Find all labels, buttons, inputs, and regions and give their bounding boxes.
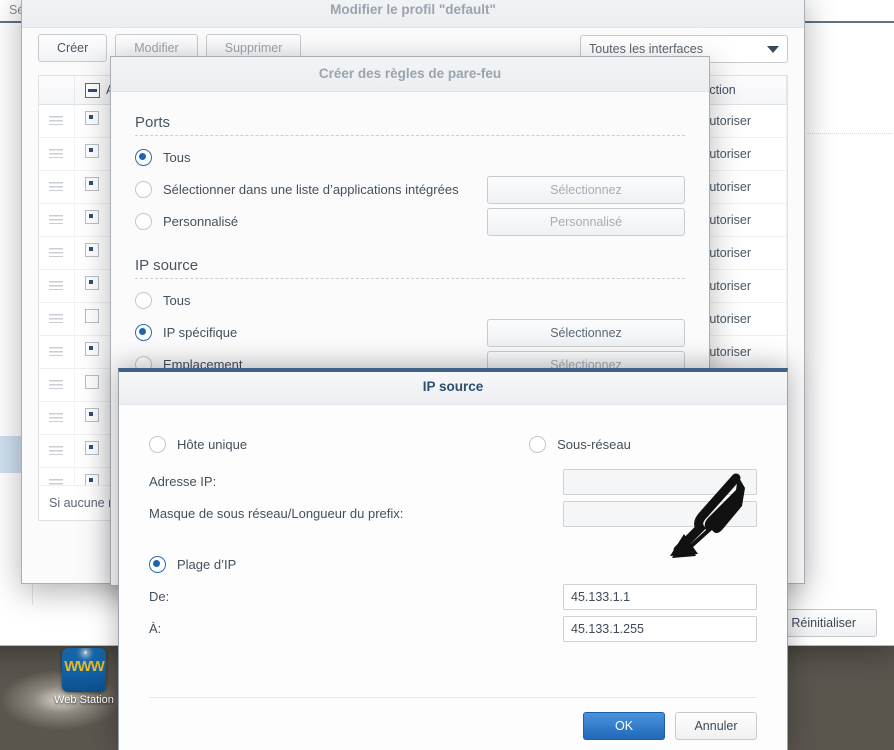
- radio-ports-tous[interactable]: [135, 149, 152, 166]
- drag-handle-icon[interactable]: [49, 413, 63, 422]
- row-enable-checkbox[interactable]: [85, 309, 99, 323]
- ip-source-dialog-footer: OK Annuler: [149, 697, 757, 740]
- radio-hote-unique[interactable]: [149, 436, 166, 453]
- field-label-de: De:: [149, 589, 170, 604]
- row-drag-handle[interactable]: [39, 204, 75, 236]
- row-drag-handle[interactable]: [39, 138, 75, 170]
- row-drag-handle[interactable]: [39, 369, 75, 401]
- radio-ports-liste-applications[interactable]: [135, 181, 152, 198]
- row-drag-handle[interactable]: [39, 435, 75, 467]
- radio-ports-personnalise[interactable]: [135, 213, 152, 230]
- adresse-ip-input[interactable]: [563, 468, 757, 495]
- drag-handle-icon[interactable]: [49, 182, 63, 191]
- profile-dialog-title: Modifier le profil "default": [22, 0, 804, 28]
- radio-source-ip-specifique[interactable]: [135, 324, 152, 341]
- desktop-icon-web-station[interactable]: WWW Web Station: [46, 648, 122, 706]
- drag-handle-icon[interactable]: [49, 281, 63, 290]
- row-enable-checkbox[interactable]: [85, 111, 99, 125]
- option-label-source-ip-specifique: IP spécifique: [163, 325, 238, 340]
- field-row-a: À:: [149, 613, 757, 644]
- row-drag-handle[interactable]: [39, 105, 75, 137]
- option-plage-ip[interactable]: Plage d’IP: [149, 549, 757, 580]
- option-ports-personnalise[interactable]: Personnalisé Personnalisé: [135, 206, 685, 237]
- option-sous-reseau[interactable]: Sous-réseau: [529, 436, 631, 453]
- screen: WWW Web Station Sécurité Pare-feu Protec…: [0, 0, 894, 750]
- chevron-down-icon: [767, 45, 779, 53]
- option-label-sous-reseau: Sous-réseau: [557, 437, 631, 452]
- section-title-ip-source: IP source: [135, 257, 199, 274]
- option-label-source-tous: Tous: [163, 293, 191, 308]
- ip-source-dialog: IP source Hôte unique Sous-réseau Adress…: [118, 368, 788, 750]
- option-label-ports-tous: Tous: [163, 150, 191, 165]
- drag-handle-icon[interactable]: [49, 215, 63, 224]
- row-enable-checkbox[interactable]: [85, 177, 99, 191]
- option-hote-unique[interactable]: Hôte unique: [149, 436, 247, 453]
- field-label-masque-sous-reseau: Masque de sous réseau/Longueur du prefix…: [149, 506, 404, 521]
- option-ports-liste-applications[interactable]: Sélectionner dans une liste d’applicatio…: [135, 174, 685, 205]
- row-drag-handle[interactable]: [39, 270, 75, 302]
- desktop-icon-label: Web Station: [54, 694, 114, 706]
- option-label-ports-personnalise: Personnalisé: [163, 214, 239, 229]
- row-enable-checkbox[interactable]: [85, 408, 99, 422]
- ip-source-ok-button[interactable]: OK: [583, 712, 665, 740]
- field-row-masque-sous-reseau: Masque de sous réseau/Longueur du prefix…: [149, 498, 757, 529]
- ip-source-cancel-button[interactable]: Annuler: [675, 712, 757, 740]
- section-divider-ports: [135, 135, 685, 136]
- drag-handle-icon[interactable]: [49, 248, 63, 257]
- interface-select-value: Toutes les interfaces: [589, 42, 703, 56]
- option-label-ports-liste-applications: Sélectionner dans une liste d’applicatio…: [163, 182, 459, 197]
- row-enable-checkbox[interactable]: [85, 144, 99, 158]
- ip-mode-row: Hôte unique Sous-réseau: [149, 429, 757, 460]
- masque-sous-reseau-input[interactable]: [563, 500, 757, 527]
- section-title-ports: Ports: [135, 114, 171, 131]
- section-divider-ip-source: [135, 278, 685, 279]
- row-drag-handle[interactable]: [39, 336, 75, 368]
- range-to-input[interactable]: [563, 615, 757, 642]
- radio-plage-ip[interactable]: [149, 556, 166, 573]
- field-row-adresse-ip: Adresse IP:: [149, 466, 757, 497]
- row-enable-checkbox[interactable]: [85, 243, 99, 257]
- field-label-adresse-ip: Adresse IP:: [149, 474, 217, 489]
- ip-source-dialog-body: Hôte unique Sous-réseau Adresse IP: Masq…: [119, 405, 787, 644]
- row-enable-checkbox[interactable]: [85, 276, 99, 290]
- row-drag-handle[interactable]: [39, 402, 75, 434]
- row-enable-checkbox[interactable]: [85, 342, 99, 356]
- field-label-a: À:: [149, 621, 162, 636]
- create-rules-content: Ports Tous Sélectionner dans une liste d…: [111, 92, 709, 380]
- row-enable-checkbox[interactable]: [85, 375, 99, 389]
- field-row-de: De:: [149, 581, 757, 612]
- drag-handle-icon[interactable]: [49, 347, 63, 356]
- drag-handle-icon[interactable]: [49, 380, 63, 389]
- option-source-tous[interactable]: Tous: [135, 285, 685, 316]
- drag-handle-icon[interactable]: [49, 446, 63, 455]
- row-enable-checkbox[interactable]: [85, 210, 99, 224]
- option-label-hote-unique: Hôte unique: [177, 437, 248, 452]
- select-all-checkbox[interactable]: [85, 83, 100, 99]
- sparkle-icon: [84, 651, 87, 654]
- custom-ports-button[interactable]: Personnalisé: [487, 207, 685, 236]
- drag-handle-icon[interactable]: [49, 149, 63, 158]
- web-station-icon: WWW: [62, 648, 106, 692]
- radio-sous-reseau[interactable]: [529, 436, 547, 453]
- drag-handle-icon[interactable]: [49, 314, 63, 323]
- www-glyph: WWW: [64, 658, 104, 675]
- create-rules-dialog-title: Créer des règles de pare-feu: [111, 57, 709, 92]
- option-source-ip-specifique[interactable]: IP spécifique Sélectionnez: [135, 317, 685, 348]
- option-label-plage-ip: Plage d’IP: [177, 557, 237, 572]
- ip-source-dialog-title: IP source: [119, 372, 787, 405]
- row-enable-checkbox[interactable]: [85, 441, 99, 455]
- row-drag-handle[interactable]: [39, 303, 75, 335]
- create-rule-button[interactable]: Créer: [38, 34, 108, 62]
- row-drag-handle[interactable]: [39, 171, 75, 203]
- option-ports-tous[interactable]: Tous: [135, 142, 685, 173]
- select-applications-button[interactable]: Sélectionnez: [487, 175, 685, 204]
- radio-source-tous[interactable]: [135, 292, 152, 309]
- row-drag-handle[interactable]: [39, 237, 75, 269]
- drag-handle-icon[interactable]: [49, 116, 63, 125]
- range-from-input[interactable]: [563, 583, 757, 610]
- select-specific-ip-button[interactable]: Sélectionnez: [487, 318, 685, 347]
